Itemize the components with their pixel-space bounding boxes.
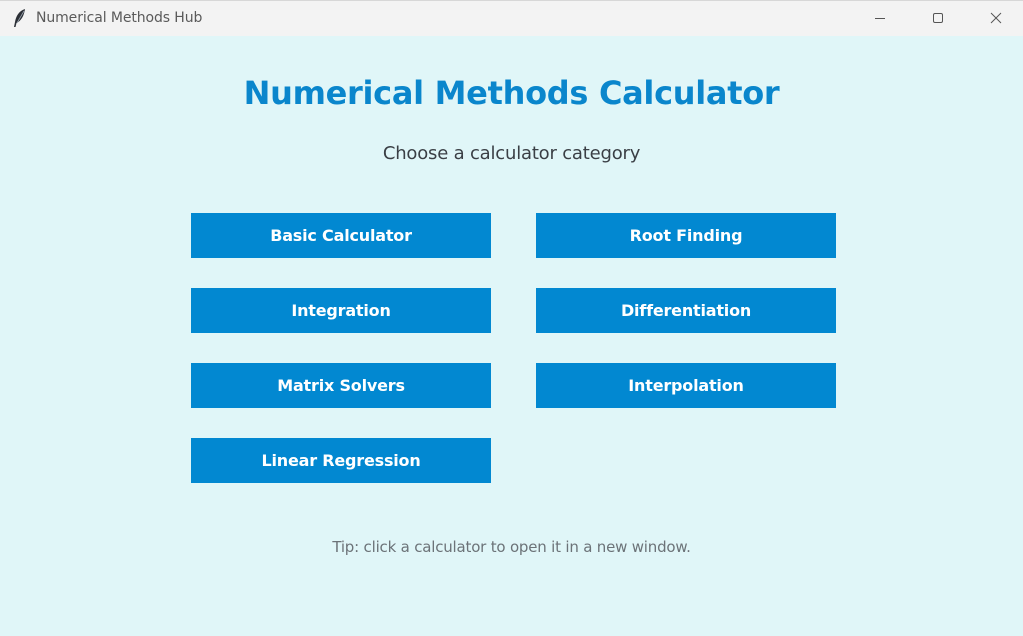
window-title: Numerical Methods Hub <box>36 10 203 26</box>
differentiation-button[interactable]: Differentiation <box>536 288 836 333</box>
app-window: Numerical Methods Hub Numerical Methods … <box>0 0 1023 636</box>
maximize-button[interactable] <box>909 1 967 35</box>
close-button[interactable] <box>967 1 1023 35</box>
page-subtitle: Choose a calculator category <box>382 143 641 164</box>
page-title: Numerical Methods Calculator <box>243 74 780 112</box>
minimize-icon <box>874 12 886 24</box>
minimize-button[interactable] <box>851 1 909 35</box>
feather-icon <box>11 8 29 28</box>
root-finding-button[interactable]: Root Finding <box>536 213 836 258</box>
linear-regression-button[interactable]: Linear Regression <box>191 438 491 483</box>
tip-text: Tip: click a calculator to open it in a … <box>332 538 691 556</box>
interpolation-button[interactable]: Interpolation <box>536 363 836 408</box>
integration-button[interactable]: Integration <box>191 288 491 333</box>
maximize-icon <box>932 12 944 24</box>
close-icon <box>990 12 1002 24</box>
title-bar[interactable]: Numerical Methods Hub <box>0 0 1023 36</box>
basic-calculator-button[interactable]: Basic Calculator <box>191 213 491 258</box>
matrix-solvers-button[interactable]: Matrix Solvers <box>191 363 491 408</box>
